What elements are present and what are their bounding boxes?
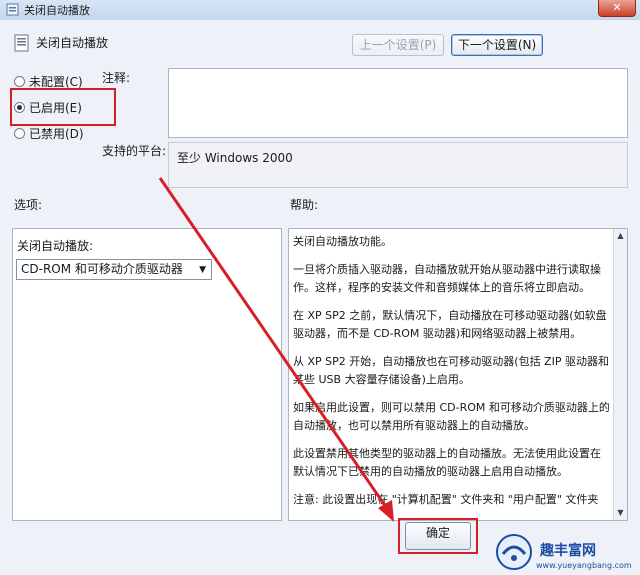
watermark-logo-icon xyxy=(496,534,532,570)
window-title: 关闭自动播放 xyxy=(24,4,90,17)
platform-label: 支持的平台: xyxy=(102,144,167,158)
scroll-up-icon[interactable]: ▲ xyxy=(614,229,627,243)
help-section-label: 帮助: xyxy=(290,198,319,212)
dropdown-arrow-icon: ▼ xyxy=(199,265,206,275)
comment-label: 注释: xyxy=(102,71,131,85)
platform-value: 至少 Windows 2000 xyxy=(177,151,293,165)
options-section-label: 选项: xyxy=(14,198,43,212)
watermark-title: 趣丰富网 xyxy=(540,543,596,559)
help-scrollbar[interactable]: ▲ ▼ xyxy=(613,229,627,520)
radio-label: 未配置(C) xyxy=(29,75,83,89)
watermark-url: www.yueyangbang.com xyxy=(536,561,632,570)
radio-label: 已禁用(D) xyxy=(29,127,84,141)
radio-dot xyxy=(14,128,25,139)
help-paragraph: 注意: 此设置出现在 "计算机配置" 文件夹和 "用户配置" 文件夹 xyxy=(293,493,599,506)
help-paragraph: 此设置禁用其他类型的驱动器上的自动播放。无法使用此设置在默认情况下已禁用的自动播… xyxy=(293,447,601,478)
scroll-down-icon[interactable]: ▼ xyxy=(614,506,627,520)
close-button[interactable]: ✕ xyxy=(598,0,636,17)
help-paragraph: 一旦将介质插入驱动器，自动播放就开始从驱动器中进行读取操作。这样，程序的安装文件… xyxy=(293,263,601,294)
help-text: 关闭自动播放功能。 一旦将介质插入驱动器，自动播放就开始从驱动器中进行读取操作。… xyxy=(293,233,610,519)
setting-icon xyxy=(14,34,29,52)
highlight-box xyxy=(10,88,116,126)
help-paragraph: 关闭自动播放功能。 xyxy=(293,235,392,248)
policy-app-icon xyxy=(6,3,19,16)
help-pane: 关闭自动播放功能。 一旦将介质插入驱动器，自动播放就开始从驱动器中进行读取操作。… xyxy=(288,228,628,521)
dialog-client: 关闭自动播放 上一个设置(P) 下一个设置(N) 未配置(C) 已启用(E) 已… xyxy=(0,20,640,575)
help-paragraph: 在 XP SP2 之前，默认情况下，自动播放在可移动驱动器(如软盘驱动器，而不是… xyxy=(293,309,607,340)
radio-dot xyxy=(14,76,25,87)
drive-type-dropdown[interactable]: CD-ROM 和可移动介质驱动器 ▼ xyxy=(16,259,212,280)
options-pane: 关闭自动播放: CD-ROM 和可移动介质驱动器 ▼ xyxy=(12,228,282,521)
ok-highlight-box xyxy=(398,518,478,554)
platform-readout: 至少 Windows 2000 xyxy=(168,142,628,188)
help-paragraph: 从 XP SP2 开始，自动播放也在可移动驱动器(包括 ZIP 驱动器和某些 U… xyxy=(293,355,609,386)
previous-setting-button[interactable]: 上一个设置(P) xyxy=(352,34,444,56)
close-icon: ✕ xyxy=(612,1,622,14)
help-paragraph: 如果启用此设置，则可以禁用 CD-ROM 和可移动介质驱动器上的自动播放，也可以… xyxy=(293,401,610,432)
dropdown-value: CD-ROM 和可移动介质驱动器 xyxy=(21,262,183,276)
next-setting-button[interactable]: 下一个设置(N) xyxy=(451,34,543,56)
site-watermark: 趣丰富网 www.yueyangbang.com xyxy=(480,530,640,575)
title-bar: 关闭自动播放 ✕ xyxy=(0,0,640,20)
setting-title: 关闭自动播放 xyxy=(36,36,109,50)
autoplay-field-label: 关闭自动播放: xyxy=(17,239,94,253)
comment-textarea[interactable] xyxy=(168,68,628,138)
radio-disabled[interactable]: 已禁用(D) xyxy=(14,125,84,142)
